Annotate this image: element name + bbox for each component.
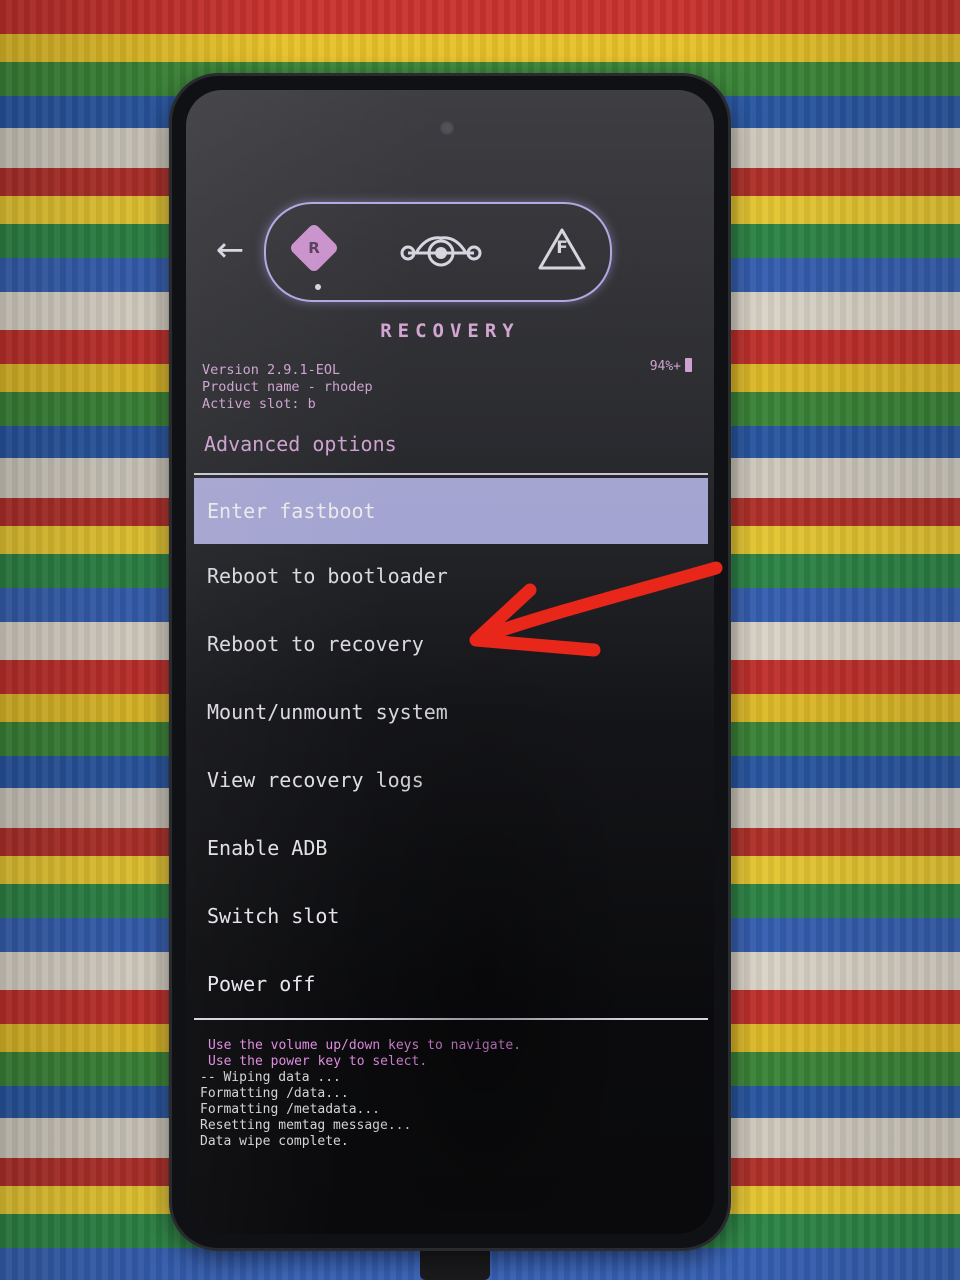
back-arrow-icon[interactable]: ← (210, 230, 250, 270)
phone: ← R F RECOVERY Version 2.9.1-EOL Product… (172, 76, 728, 1248)
tab-recovery[interactable]: R (288, 222, 344, 278)
menu-item-enter-fastboot[interactable]: Enter fastboot (194, 478, 708, 544)
fastboot-tab-letter: F (556, 238, 568, 258)
hint-line: Use the volume up/down keys to navigate. (208, 1038, 522, 1053)
menu-item-switch-slot[interactable]: Switch slot (194, 884, 708, 952)
menu-divider-top (194, 473, 708, 475)
active-tab-indicator (315, 284, 321, 290)
menu-item-power-off[interactable]: Power off (194, 952, 708, 1020)
log-line: Formatting /data... (200, 1086, 349, 1101)
hint-line: Use the power key to select. (208, 1054, 428, 1069)
device-info: Version 2.9.1-EOL Product name - rhodep … (202, 362, 373, 413)
menu-item-enable-adb[interactable]: Enable ADB (194, 816, 708, 884)
lineage-logo-icon (400, 236, 482, 267)
menu-divider-bottom (194, 1018, 708, 1020)
section-title: Advanced options (204, 432, 397, 456)
battery-text: 94%+ (649, 359, 681, 374)
product-text: Product name - rhodep (202, 379, 373, 395)
tab-lineage[interactable] (396, 222, 486, 278)
tab-fastboot[interactable]: F (534, 222, 590, 278)
menu-item-view-logs[interactable]: View recovery logs (194, 748, 708, 816)
log-line: Data wipe complete. (200, 1134, 349, 1149)
battery-status: 94%+ (650, 358, 692, 374)
log-panel: Use the volume up/down keys to navigate.… (200, 1038, 521, 1150)
menu-item-mount-system[interactable]: Mount/unmount system (194, 680, 708, 748)
mode-switcher: R F (264, 202, 612, 302)
slot-text: Active slot: b (202, 396, 316, 412)
recovery-tab-letter: R (308, 239, 320, 257)
phone-screen: ← R F RECOVERY Version 2.9.1-EOL Product… (186, 90, 714, 1234)
version-text: Version 2.9.1-EOL (202, 362, 341, 378)
log-line: -- Wiping data ... (200, 1070, 341, 1085)
front-camera (440, 121, 454, 135)
advanced-options-menu: Enter fastboot Reboot to bootloader Rebo… (194, 478, 708, 1020)
menu-item-reboot-recovery[interactable]: Reboot to recovery (194, 612, 708, 680)
menu-item-reboot-bootloader[interactable]: Reboot to bootloader (194, 544, 708, 612)
log-line: Resetting memtag message... (200, 1118, 412, 1133)
battery-icon (685, 358, 692, 372)
log-line: Formatting /metadata... (200, 1102, 381, 1117)
page-title: RECOVERY (380, 320, 520, 342)
